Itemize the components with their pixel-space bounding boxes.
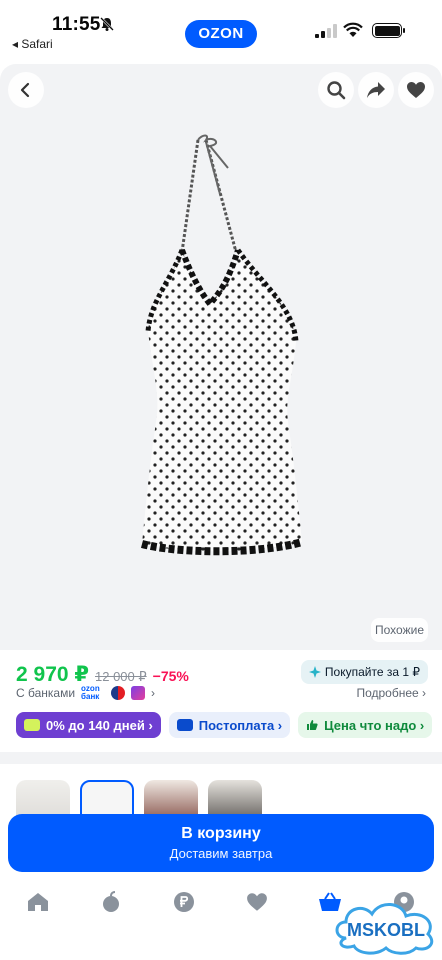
thumbs-up-icon [307,720,318,730]
chevron-right-icon: › [151,686,156,700]
back-to-safari-link[interactable]: ◂ Safari [12,37,53,51]
bank-logo-icon [131,686,146,700]
home-icon [28,893,48,911]
banks-label: С банками [16,686,76,700]
promo-label: Покупайте за 1 ₽ [324,665,420,679]
nav-favorites[interactable] [241,890,273,914]
add-to-cart-button[interactable]: В корзину Доставим завтра [8,814,434,872]
fruit-icon [103,891,119,912]
section-divider [0,752,442,764]
ozon-bank-logo: ozon банк [81,684,100,701]
ozon-logo[interactable]: OZON [185,20,257,48]
heart-icon [407,82,425,98]
bell-muted-icon [100,17,114,31]
chevron-left-icon [20,82,30,98]
share-button[interactable] [358,72,394,108]
product-image-dress [140,134,304,556]
installment-chip[interactable]: 0% до 140 дней › [16,712,161,738]
payment-chips: 0% до 140 дней › Постоплата › Цена что н… [0,712,442,750]
postpay-chip-label: Постоплата › [198,717,283,733]
status-bar: 11:55 ◂ Safari OZON [0,0,442,58]
nav-fresh[interactable] [95,890,127,914]
share-arrow-icon [367,82,385,98]
fair-price-chip[interactable]: Цена что надо › [298,712,433,738]
card-icon [24,719,40,731]
search-icon [327,81,346,100]
price-row: 2 970 ₽ 12 000 ₽ −75% [16,662,189,687]
fair-price-chip-label: Цена что надо › [324,717,425,733]
signal-icon [315,24,337,38]
card-icon [176,719,193,731]
installment-chip-label: 0% до 140 дней › [46,717,153,733]
bank-logo-icon [111,686,126,700]
discount-badge: −75% [152,668,189,684]
wifi-icon [343,22,363,37]
status-time: 11:55 [52,14,101,35]
battery-icon [372,23,405,38]
cart-button-subtitle: Доставим завтра [169,846,273,861]
mskobl-watermark: MSKOBL [335,903,434,955]
cart-button-title: В корзину [181,825,261,842]
sparkle-icon [308,666,321,678]
current-price: 2 970 ₽ [16,663,89,686]
nav-finance[interactable] [168,890,200,914]
postpay-chip[interactable]: Постоплата › [168,712,291,738]
heart-icon [247,893,267,911]
similar-products-button[interactable]: Похожие [371,618,428,642]
more-details-link[interactable]: Подробнее › [356,686,426,700]
old-price: 12 000 ₽ [95,669,147,684]
nav-home[interactable] [22,890,54,914]
search-button[interactable] [318,72,354,108]
promo-pill[interactable]: Покупайте за 1 ₽ [300,660,428,684]
favorite-button[interactable] [398,72,434,108]
back-button[interactable] [8,72,44,108]
ruble-icon [174,892,194,912]
product-gallery[interactable]: Похожие [0,64,442,650]
watermark-text: MSKOBL [347,920,425,940]
banks-row[interactable]: С банками ozon банк › [16,685,155,701]
